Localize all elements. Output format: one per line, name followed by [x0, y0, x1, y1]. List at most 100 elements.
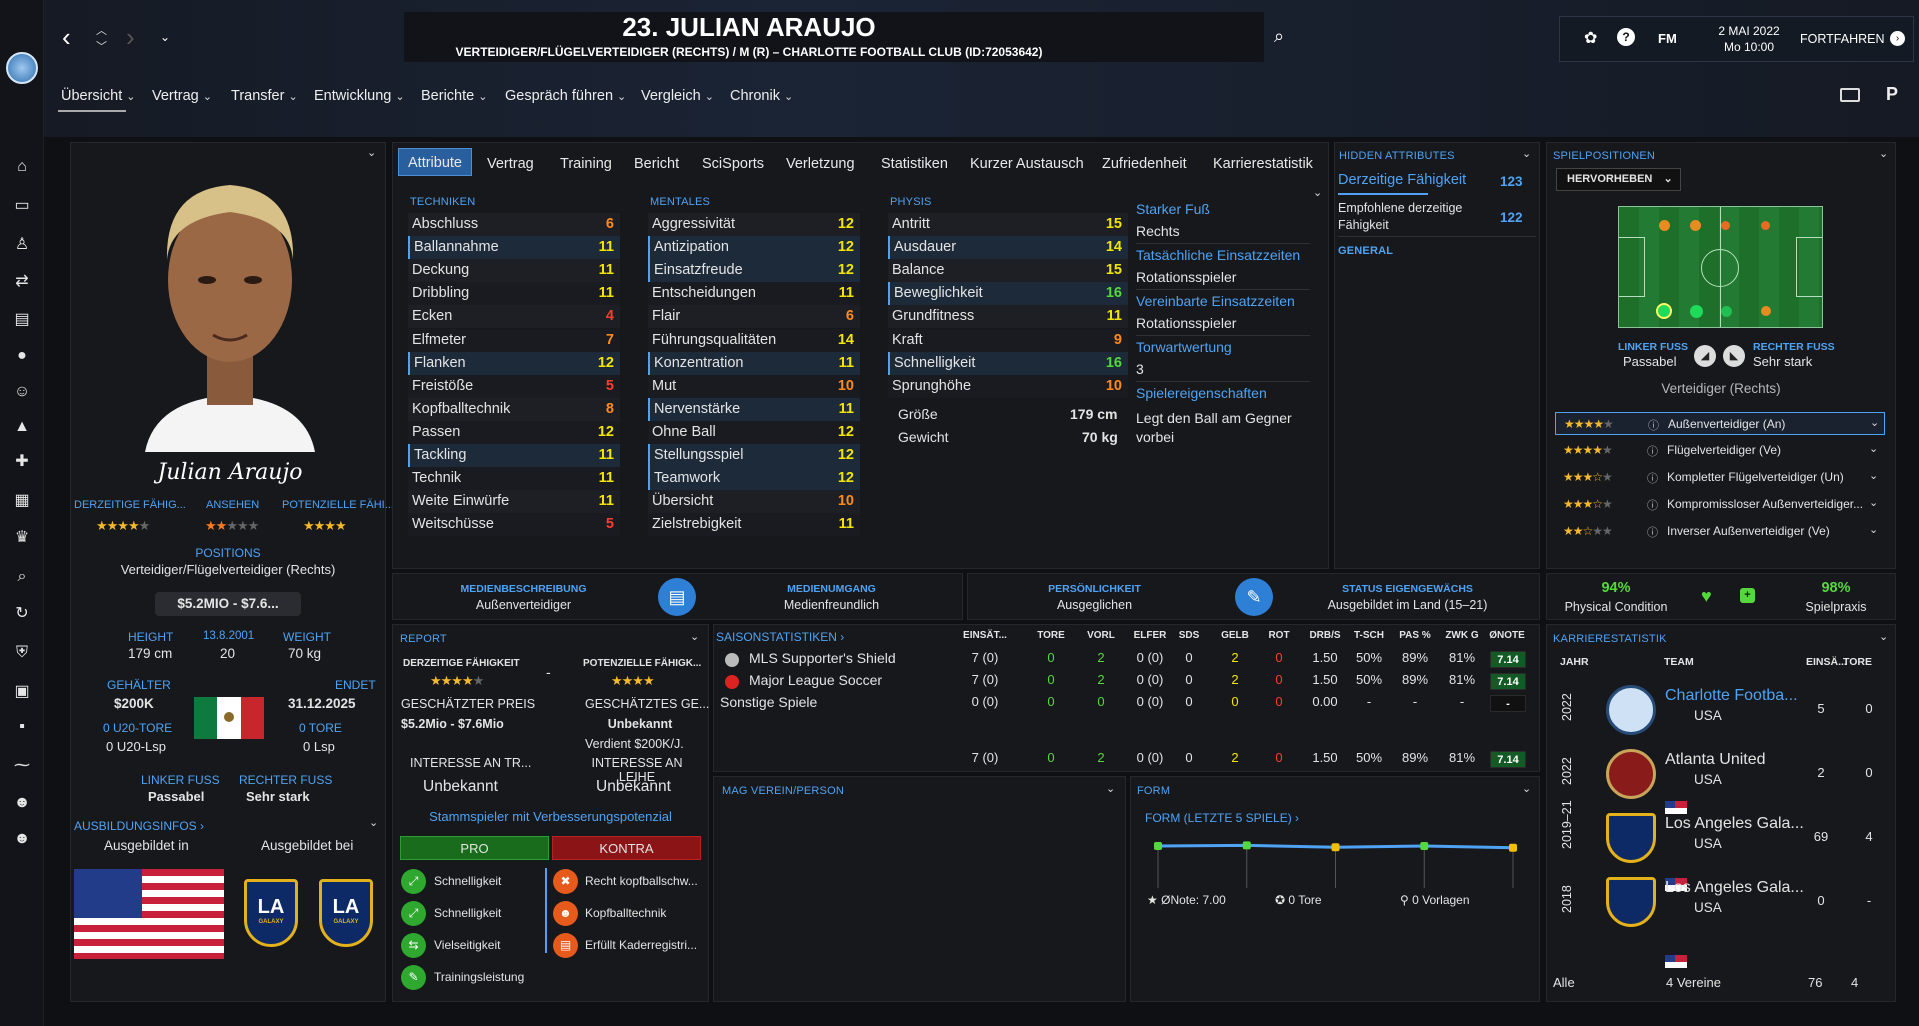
mexico-flag [194, 697, 264, 739]
tab-report[interactable]: Bericht [625, 150, 688, 178]
season-competition[interactable]: Major League Soccer [749, 672, 882, 688]
chevron-down-icon[interactable]: ⌄ [1869, 523, 1878, 536]
fm-logo[interactable]: FM [1658, 31, 1677, 46]
tab-attribute[interactable]: Attribute [398, 148, 472, 176]
chevron-down-icon[interactable]: ⌄ [1869, 496, 1878, 509]
medical-icon[interactable]: ✚ [12, 452, 32, 472]
notes-icon[interactable]: ▤ [12, 310, 32, 330]
positions-menu-icon[interactable]: ⌄ [1879, 147, 1888, 160]
tab-happiness[interactable]: Zufriedenheit [1093, 150, 1196, 178]
finances-icon[interactable]: ▣ [12, 682, 32, 702]
help-icon[interactable]: ? [1617, 28, 1635, 46]
search-icon[interactable]: ⌕ [1274, 26, 1284, 47]
manager-icon[interactable]: ☻ [12, 793, 32, 813]
career-team[interactable]: Los Angeles Gala... [1665, 879, 1804, 897]
squad-icon[interactable]: ♙ [12, 235, 32, 255]
inbox-icon[interactable]: ▭ [12, 196, 32, 216]
club-icon[interactable]: ⛨ [12, 643, 32, 663]
tab-stats[interactable]: Statistiken [872, 150, 957, 178]
season-col-header[interactable]: EINSÄT... [955, 630, 1015, 641]
info-icon[interactable]: ⓘ [1647, 524, 1658, 540]
role-row[interactable]: ★★★☆★ ⓘ Kompletter Flügelverteidiger (Un) ⌄ [1555, 466, 1885, 489]
dev-icon[interactable]: ▪ [12, 717, 32, 737]
season-competition[interactable]: MLS Supporter's Shield [749, 650, 896, 666]
staff-icon[interactable]: ☺ [12, 382, 32, 402]
mag-menu-icon[interactable]: ⌄ [1106, 782, 1115, 795]
report-menu-icon[interactable]: ⌄ [690, 630, 699, 643]
form-point[interactable] [1509, 843, 1517, 852]
chevron-down-icon[interactable]: ⌄ [1869, 469, 1878, 482]
career-team[interactable]: Los Angeles Gala... [1665, 815, 1804, 833]
attribute-row: Antizipation 12 [648, 236, 860, 260]
transfers-icon[interactable]: ↻ [12, 604, 32, 624]
value-badge[interactable]: $5.2MIO - $7.6... [155, 592, 301, 616]
training-icon[interactable]: ▲ [12, 417, 32, 437]
season-title[interactable]: SAISONSTATISTIKEN › [716, 630, 844, 644]
menu-chevron-icon[interactable]: ⌄ [160, 30, 170, 44]
info-icon[interactable]: ⓘ [1648, 417, 1659, 433]
info-icon[interactable]: ⓘ [1647, 497, 1658, 513]
continue-button[interactable]: FORTFAHREN [1800, 32, 1885, 46]
nav-development[interactable]: Entwicklung ⌄ [314, 88, 405, 104]
info-icon[interactable]: ⓘ [1647, 443, 1658, 459]
form-subtitle[interactable]: FORM (LETZTE 5 SPIELE) › [1145, 811, 1299, 825]
up-icon[interactable]: ︿ [96, 22, 107, 38]
attributes-menu-icon[interactable]: ⌄ [1313, 186, 1322, 199]
profile-icon[interactable]: ☻ [12, 829, 32, 849]
tab-contract[interactable]: Vertrag [478, 150, 543, 178]
club-crest-icon[interactable] [6, 52, 38, 84]
tab-chat[interactable]: Kurzer Austausch [961, 150, 1093, 178]
paypal-icon[interactable]: P [1886, 84, 1898, 105]
profile-menu-icon[interactable]: ⌄ [367, 146, 376, 159]
down-icon[interactable]: ﹀ [96, 38, 107, 54]
home-icon[interactable]: ⌂ [12, 157, 32, 177]
chevron-down-icon[interactable]: ⌄ [1869, 442, 1878, 455]
role-stars: ★★☆★★ [1563, 524, 1613, 538]
form-point[interactable] [1331, 843, 1340, 852]
back-icon[interactable]: ‹ [62, 22, 71, 53]
role-row[interactable]: ★★★★★ ⓘ Außenverteidiger (An) ⌄ [1555, 412, 1885, 435]
nav-reports[interactable]: Berichte ⌄ [421, 88, 487, 104]
career-team[interactable]: Charlotte Footba... [1665, 687, 1798, 705]
highlight-dropdown[interactable]: HERVORHEBEN ⌄ [1556, 168, 1681, 191]
season-cell: 0 (0) [1136, 750, 1164, 765]
career-team[interactable]: Atlanta United [1665, 751, 1766, 769]
form-point[interactable] [1242, 841, 1251, 850]
calendar-icon[interactable]: ▦ [12, 491, 32, 511]
role-row[interactable]: ★★☆★★ ⓘ Inverser Außenverteidiger (Ve) ⌄ [1555, 520, 1885, 543]
training-label[interactable]: AUSBILDUNGSINFOS › [74, 819, 204, 833]
scouting-icon[interactable]: ⌕ [12, 567, 32, 587]
training-menu-icon[interactable]: ⌄ [369, 816, 378, 829]
role-row[interactable]: ★★★☆★ ⓘ Kompromissloser Außenverteidiger..… [1555, 493, 1885, 516]
stats-icon[interactable]: ⁓ [12, 756, 32, 776]
nav-transfer[interactable]: Transfer ⌄ [231, 88, 298, 104]
form-menu-icon[interactable]: ⌄ [1522, 782, 1531, 795]
tab-scisports[interactable]: SciSports [693, 150, 773, 178]
tactics-icon[interactable]: ⇄ [12, 272, 32, 292]
trophy-icon[interactable]: ♛ [12, 528, 32, 548]
tab-career[interactable]: Karrierestatistik [1204, 150, 1322, 178]
career-menu-icon[interactable]: ⌄ [1879, 630, 1888, 643]
nav-overview[interactable]: Übersicht ⌄ [61, 88, 136, 104]
forward-icon[interactable]: › [126, 22, 135, 53]
season-competition[interactable]: Sonstige Spiele [720, 694, 817, 710]
form-point[interactable] [1154, 842, 1162, 850]
tab-injury[interactable]: Verletzung [777, 150, 864, 178]
info-icon[interactable]: ⓘ [1647, 470, 1658, 486]
hidden-menu-icon[interactable]: ⌄ [1522, 147, 1531, 160]
ball-icon[interactable]: ● [12, 346, 32, 366]
continue-icon[interactable]: › [1890, 31, 1905, 46]
chevron-down-icon[interactable]: ⌄ [1870, 416, 1879, 429]
support-icon[interactable]: ✿ [1584, 28, 1597, 48]
nav-talk[interactable]: Gespräch führen ⌄ [505, 88, 626, 104]
role-row[interactable]: ★★★★★ ⓘ Flügelverteidiger (Ve) ⌄ [1555, 439, 1885, 462]
nav-contract[interactable]: Vertrag ⌄ [152, 88, 212, 104]
nav-history[interactable]: Chronik ⌄ [730, 88, 793, 104]
season-cell: 0 [1275, 750, 1283, 765]
form-point[interactable] [1420, 842, 1429, 850]
attribute-name: Freistöße [412, 377, 474, 394]
monitor-icon[interactable] [1840, 88, 1860, 102]
attribute-name: Antritt [892, 216, 930, 232]
tab-training[interactable]: Training [551, 150, 621, 178]
nav-compare[interactable]: Vergleich ⌄ [641, 88, 714, 104]
